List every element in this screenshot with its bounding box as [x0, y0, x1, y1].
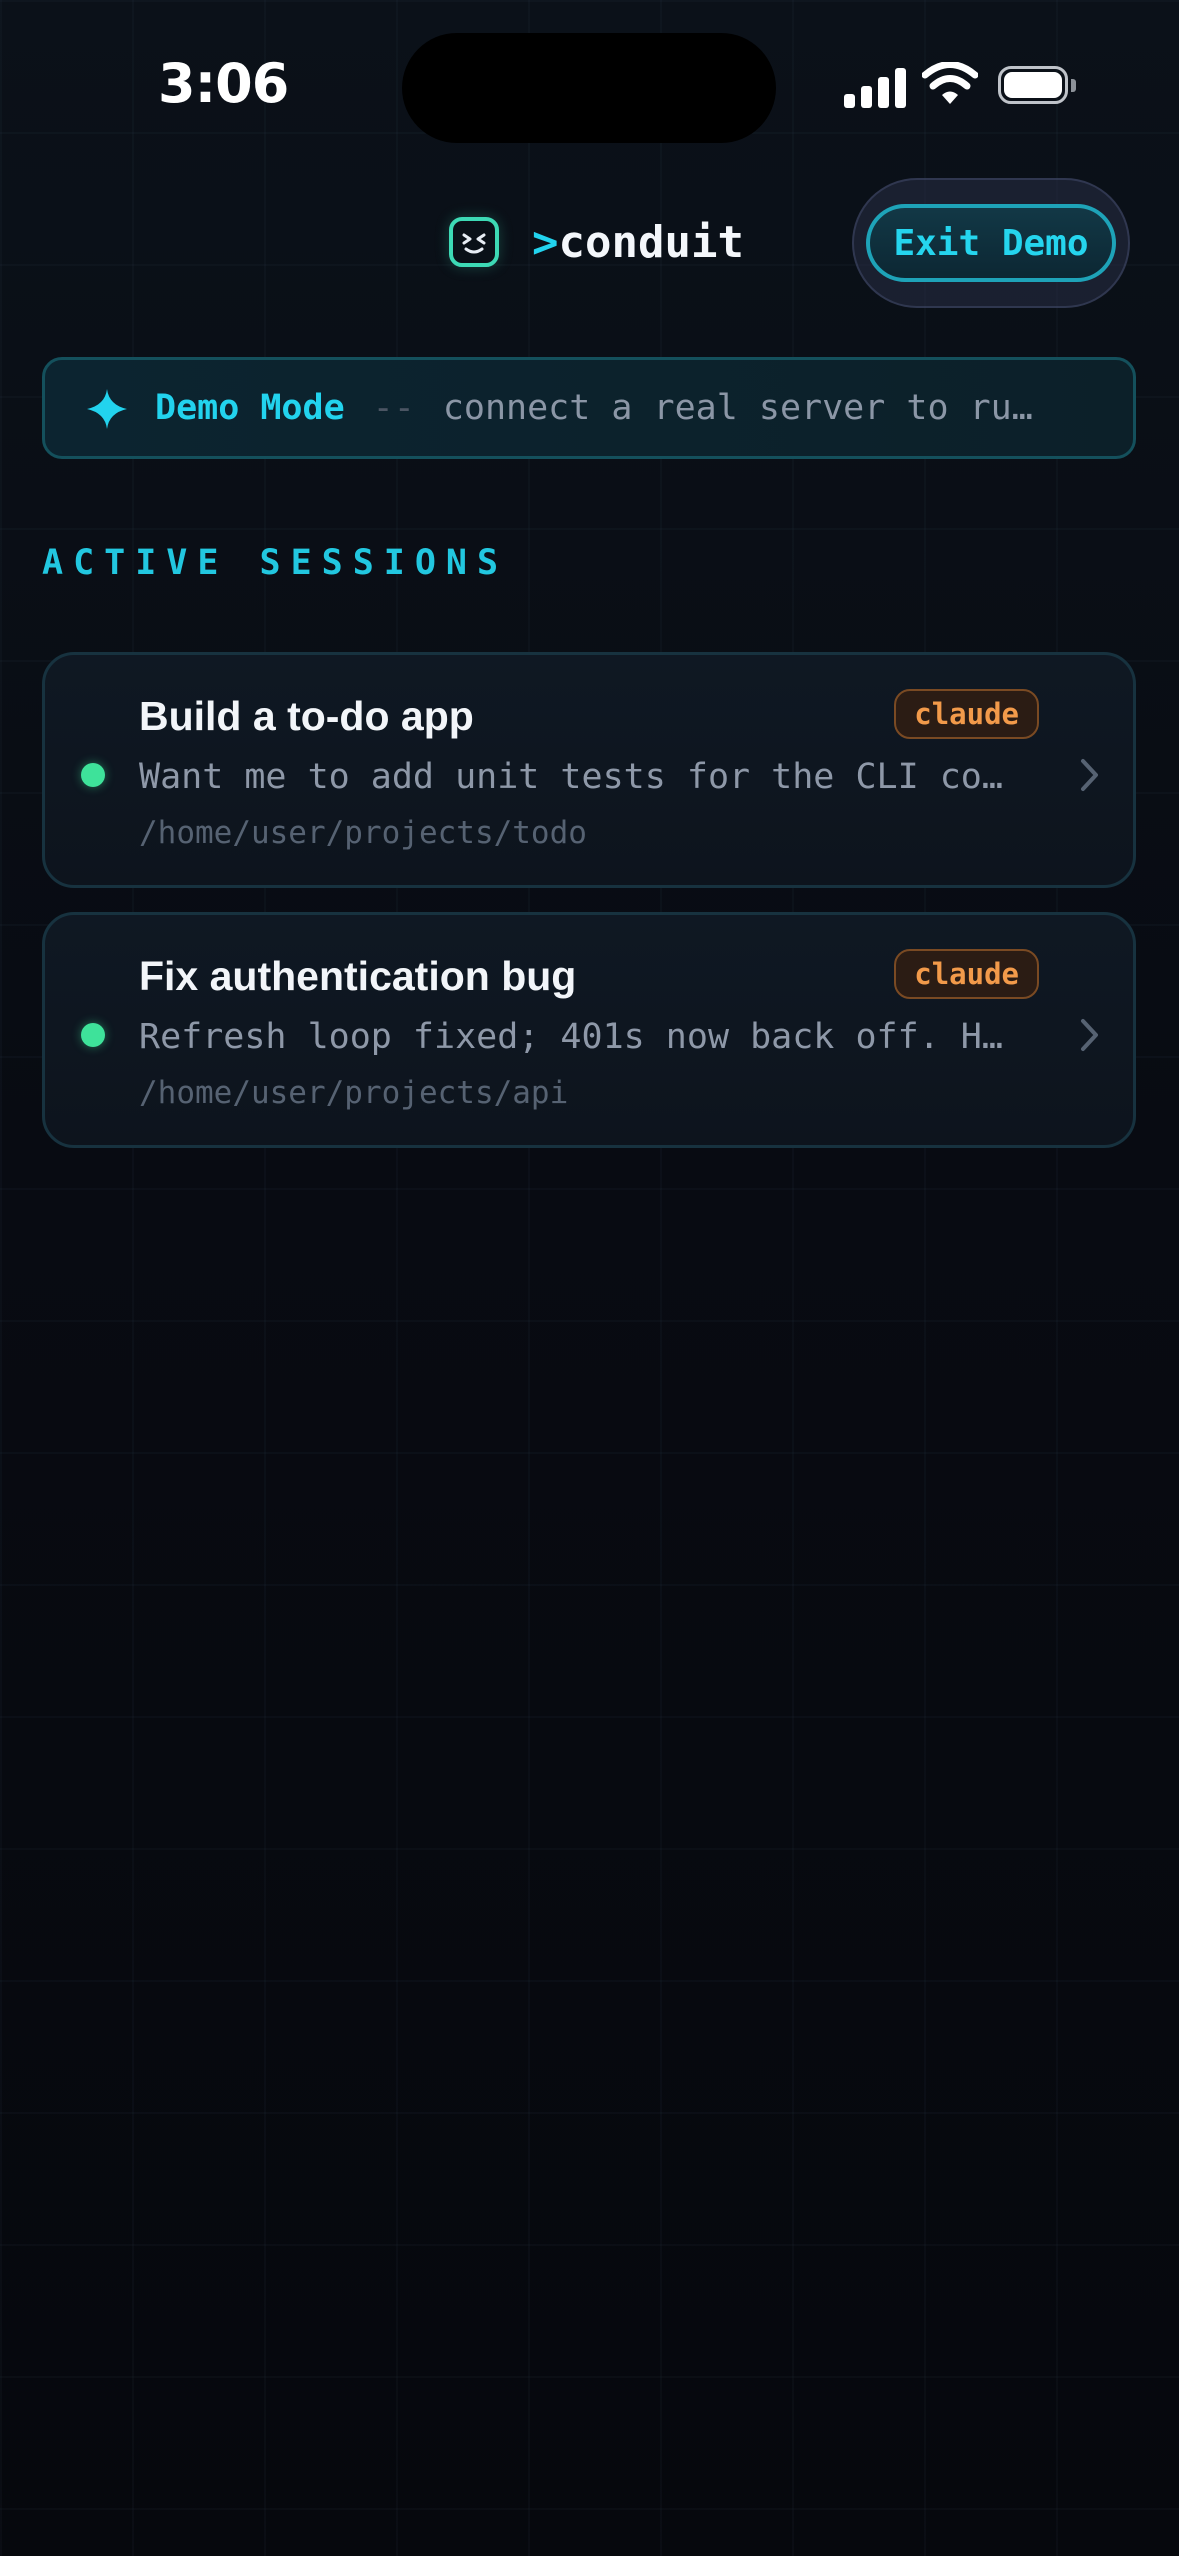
- exit-demo-wrapper: Exit Demo: [852, 178, 1130, 308]
- active-sessions-heading: ACTIVE SESSIONS: [42, 543, 509, 583]
- smiley-face-icon: [449, 217, 499, 267]
- demo-mode-banner: Demo Mode -- connect a real server to ru…: [42, 357, 1136, 459]
- session-title: Fix authentication bug: [139, 953, 577, 999]
- session-title: Build a to-do app: [139, 693, 474, 739]
- wifi-icon: [922, 62, 978, 104]
- app-title-prompt: >: [532, 217, 559, 268]
- demo-banner-message: connect a real server to ru…: [442, 388, 1033, 428]
- app-header: >conduit Exit Demo: [0, 170, 1179, 320]
- sparkle-icon: [87, 389, 127, 429]
- session-card[interactable]: Build a to-do app claude Want me to add …: [42, 652, 1136, 888]
- app-title: >conduit: [532, 217, 744, 268]
- agent-badge: claude: [894, 949, 1039, 999]
- dynamic-island: [402, 33, 776, 143]
- battery-icon: [998, 66, 1076, 106]
- status-time: 3:06: [158, 52, 289, 115]
- session-preview: Want me to add unit tests for the CLI co…: [139, 757, 1003, 797]
- app-title-name: conduit: [558, 217, 744, 268]
- exit-demo-button[interactable]: Exit Demo: [866, 204, 1116, 282]
- session-status-dot: [81, 763, 105, 787]
- session-status-dot: [81, 1023, 105, 1047]
- session-card[interactable]: Fix authentication bug claude Refresh lo…: [42, 912, 1136, 1148]
- demo-mode-label: Demo Mode: [155, 388, 345, 428]
- status-bar: 3:06: [0, 0, 1179, 160]
- chevron-right-icon: [1081, 1019, 1098, 1051]
- demo-banner-separator: --: [372, 388, 415, 428]
- demo-banner-text: Demo Mode -- connect a real server to ru…: [155, 360, 1053, 456]
- session-preview: Refresh loop fixed; 401s now back off. H…: [139, 1017, 1003, 1057]
- chevron-right-icon: [1081, 759, 1098, 791]
- session-path: /home/user/projects/api: [139, 1075, 569, 1111]
- session-path: /home/user/projects/todo: [139, 815, 587, 851]
- agent-badge: claude: [894, 689, 1039, 739]
- cellular-signal-icon: [844, 66, 906, 108]
